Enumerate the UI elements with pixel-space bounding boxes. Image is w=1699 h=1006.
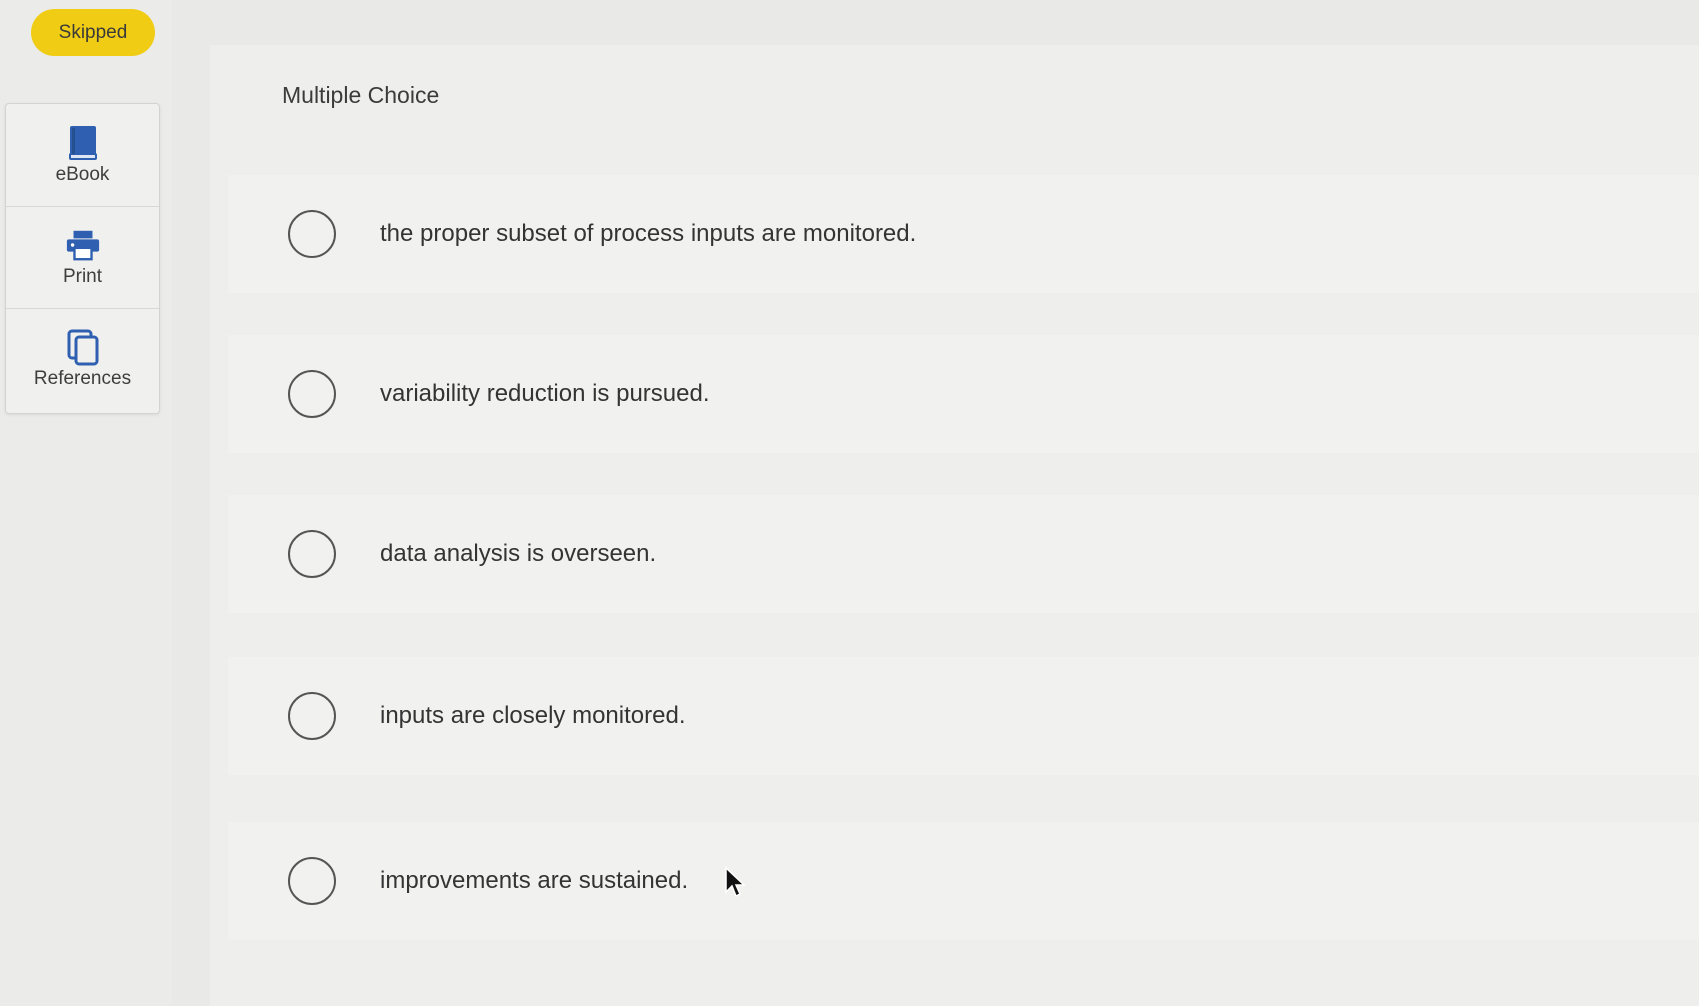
ebook-label: eBook	[55, 164, 110, 185]
ebook-button[interactable]: eBook	[6, 104, 159, 207]
choice-option[interactable]: inputs are closely monitored.	[228, 657, 1699, 775]
choice-text: variability reduction is pursued.	[380, 380, 710, 407]
references-button[interactable]: References	[6, 308, 159, 410]
status-badge-label: Skipped	[58, 21, 128, 43]
radio-button[interactable]	[288, 692, 336, 740]
choice-text: inputs are closely monitored.	[380, 702, 686, 729]
radio-button[interactable]	[288, 210, 336, 258]
choice-option[interactable]: improvements are sustained.	[228, 822, 1699, 940]
print-label: Print	[62, 266, 103, 287]
choice-option[interactable]: variability reduction is pursued.	[228, 335, 1699, 453]
choice-option[interactable]: data analysis is overseen.	[228, 495, 1699, 613]
tools-panel: eBook Print References	[5, 103, 160, 414]
print-button[interactable]: Print	[6, 206, 159, 309]
book-icon	[65, 124, 101, 162]
question-card: Multiple Choice the proper subset of pro…	[210, 45, 1699, 1006]
radio-button[interactable]	[288, 370, 336, 418]
printer-icon	[65, 226, 101, 264]
radio-button[interactable]	[288, 530, 336, 578]
choice-text: improvements are sustained.	[380, 867, 689, 894]
references-label: References	[33, 368, 132, 389]
choice-text: the proper subset of process inputs are …	[380, 220, 917, 247]
question-type-label: Multiple Choice	[282, 82, 440, 108]
copy-icon	[65, 328, 101, 366]
choice-option[interactable]: the proper subset of process inputs are …	[228, 175, 1699, 293]
mouse-pointer-icon	[724, 866, 748, 900]
radio-button[interactable]	[288, 857, 336, 905]
status-badge: Skipped	[31, 9, 155, 56]
choice-text: data analysis is overseen.	[380, 540, 657, 567]
